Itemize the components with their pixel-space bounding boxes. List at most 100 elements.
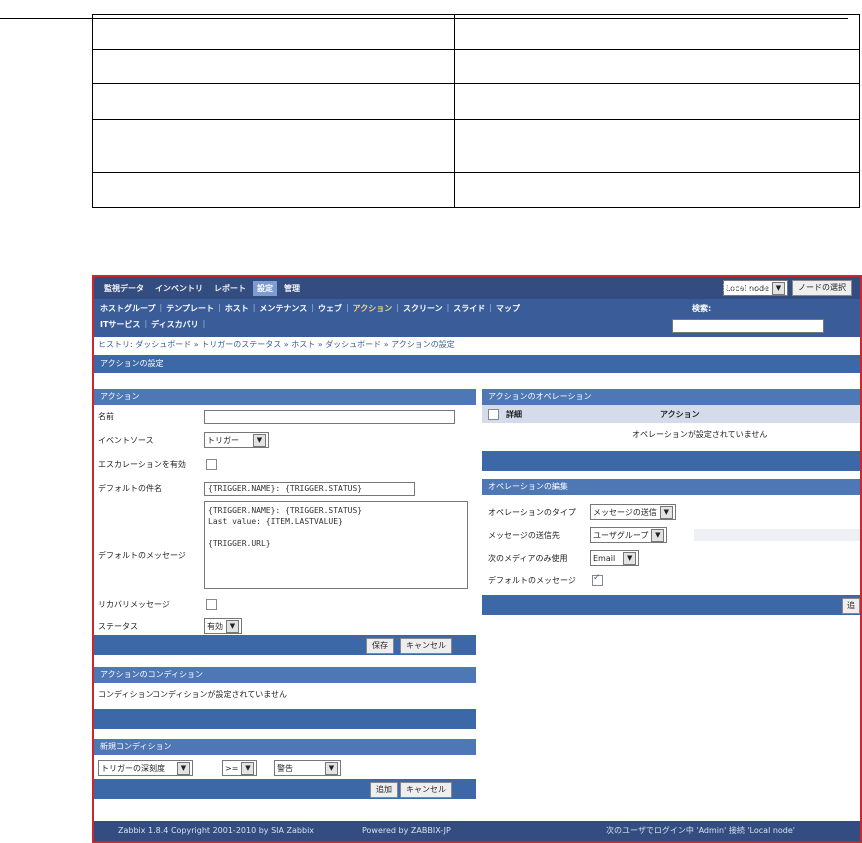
menu-inventory[interactable]: インベントリ	[151, 281, 207, 296]
select-all-operations-checkbox[interactable]	[488, 409, 499, 420]
cancel-button[interactable]: キャンセル	[400, 638, 452, 654]
table-cell	[92, 119, 455, 173]
default-subject-input[interactable]: {TRIGGER.NAME}: {TRIGGER.STATUS}	[204, 482, 415, 496]
table-cell	[92, 14, 455, 50]
condition-type-value: トリガーの深刻度	[101, 763, 165, 773]
operations-footer	[482, 451, 860, 471]
chevron-down-icon: ▼	[325, 761, 338, 775]
submenu-web[interactable]: ウェブ	[318, 303, 342, 314]
table-cell	[454, 83, 860, 120]
submenu-it-services[interactable]: ITサービス	[100, 319, 140, 330]
send-to-target-field[interactable]	[694, 529, 860, 541]
operation-type-value: メッセージの送信	[593, 507, 657, 517]
chevron-down-icon: ▼	[623, 551, 637, 565]
action-column-header: アクション	[660, 410, 700, 419]
status-value: 有効	[207, 621, 223, 631]
page-title: アクションの設定	[94, 355, 860, 373]
submenu-slides[interactable]: スライド	[453, 303, 485, 314]
submenu-screens[interactable]: スクリーン	[403, 303, 443, 314]
condition-severity-select[interactable]: 警告 ▼	[274, 760, 341, 776]
default-message-textarea[interactable]: {TRIGGER.NAME}: {TRIGGER.STATUS} Last va…	[204, 501, 468, 589]
footer-powered-by[interactable]: Powered by ZABBIX-JP	[362, 821, 451, 841]
submenu-templates[interactable]: テンプレート	[166, 303, 214, 314]
cancel-condition-button[interactable]: キャンセル	[400, 782, 452, 798]
search-input[interactable]	[672, 319, 824, 333]
send-to-value: ユーザグループ	[593, 530, 649, 540]
operations-header: アクションのオペレーション	[482, 389, 860, 405]
default-message-option-label: デフォルトのメッセージ	[488, 576, 576, 585]
save-button[interactable]: 保存	[366, 638, 394, 654]
event-source-select[interactable]: トリガー ▼	[204, 432, 269, 448]
name-input[interactable]	[204, 410, 455, 424]
menu-administration[interactable]: 管理	[280, 281, 304, 296]
main-menu: 監視データ インベントリ レポート 設定 管理	[100, 281, 304, 296]
table-cell	[454, 49, 860, 84]
chevron-down-icon: ▼	[651, 528, 665, 542]
operation-type-select[interactable]: メッセージの送信 ▼	[590, 504, 676, 520]
add-condition-button[interactable]: 追加	[370, 782, 398, 798]
operations-table-header: 詳細 アクション	[482, 405, 860, 423]
current-node-label: 現在のノード	[722, 283, 771, 293]
menu-reports[interactable]: レポート	[210, 281, 250, 296]
chevron-down-icon: ▼	[659, 505, 673, 519]
add-operation-button[interactable]: 追	[842, 598, 860, 614]
submenu-host-groups[interactable]: ホストグループ	[100, 303, 156, 314]
menu-monitoring[interactable]: 監視データ	[100, 281, 148, 296]
select-node-button[interactable]: ノードの選択	[792, 280, 852, 296]
details-column-header: 詳細	[506, 410, 522, 419]
page-footer: Zabbix 1.8.4 Copyright 2001-2010 by SIA …	[94, 821, 860, 841]
sub-menu-row-2: ITサービス | ディスカバリ |	[100, 319, 206, 330]
media-select[interactable]: Email ▼	[590, 550, 640, 566]
default-message-checkbox[interactable]	[592, 573, 603, 586]
conditions-header: アクションのコンディション	[94, 667, 476, 683]
condition-operator-select[interactable]: >= ▼	[222, 760, 258, 776]
event-source-value: トリガー	[207, 435, 239, 445]
escalation-checkbox[interactable]	[206, 459, 217, 470]
operation-type-label: オペレーションのタイプ	[488, 508, 576, 517]
document-table	[92, 14, 860, 208]
message-line: {TRIGGER.URL}	[208, 539, 271, 548]
menu-configuration[interactable]: 設定	[253, 281, 277, 296]
recovery-message-checkbox[interactable]	[206, 599, 217, 610]
submenu-actions[interactable]: アクション	[353, 303, 393, 314]
chevron-down-icon: ▼	[241, 761, 255, 775]
table-cell	[454, 172, 860, 208]
submenu-maintenance[interactable]: メンテナンス	[259, 303, 307, 314]
action-form-header-text: アクション	[100, 392, 140, 401]
chevron-down-icon: ▼	[253, 433, 266, 447]
search-label: 検索:	[692, 304, 712, 313]
breadcrumb[interactable]: ヒストリ: ダッシュボード » トリガーのステータス » ホスト » ダッシュボ…	[98, 339, 455, 350]
name-label: 名前	[98, 412, 114, 421]
submenu-maps[interactable]: マップ	[496, 303, 520, 314]
edit-operation-header-text: オペレーションの編集	[488, 482, 568, 491]
footer-copyright: Zabbix 1.8.4 Copyright 2001-2010 by SIA …	[118, 826, 315, 835]
recovery-message-label: リカバリメッセージ	[98, 600, 170, 609]
default-message-label: デフォルトのメッセージ	[98, 551, 186, 560]
condition-operator-value: >=	[225, 763, 239, 773]
page-title-text: アクションの設定	[100, 359, 164, 368]
new-condition-header: 新規コンディション	[94, 739, 476, 755]
table-cell	[92, 172, 455, 208]
condition-severity-value: 警告	[277, 763, 293, 773]
conditions-footer	[94, 709, 476, 729]
condition-type-select[interactable]: トリガーの深刻度 ▼	[98, 760, 193, 776]
condition-label: コンディション	[98, 690, 154, 699]
send-to-label: メッセージの送信先	[488, 531, 560, 540]
message-line: Last value: {ITEM.LASTVALUE}	[208, 517, 343, 526]
action-form-header: アクション	[94, 389, 476, 405]
conditions-header-text: アクションのコンディション	[100, 670, 204, 679]
event-source-label: イベントソース	[98, 436, 154, 445]
message-line	[208, 527, 464, 538]
submenu-hosts[interactable]: ホスト	[225, 303, 249, 314]
chevron-down-icon: ▼	[772, 281, 785, 295]
chevron-down-icon: ▼	[226, 619, 239, 633]
escalation-label: エスカレーションを有効	[98, 460, 186, 469]
media-value: Email	[593, 553, 616, 563]
sub-menu-bar: ホストグループ | テンプレート | ホスト | メンテナンス | ウェブ | アクション…	[94, 299, 860, 337]
table-cell	[454, 14, 860, 50]
submenu-discovery[interactable]: ディスカバリ	[151, 319, 198, 330]
status-select[interactable]: 有効 ▼	[204, 618, 242, 634]
message-line: {TRIGGER.NAME}: {TRIGGER.STATUS}	[208, 506, 363, 515]
media-label: 次のメディアのみ使用	[488, 554, 568, 563]
send-to-select[interactable]: ユーザグループ ▼	[590, 527, 668, 543]
